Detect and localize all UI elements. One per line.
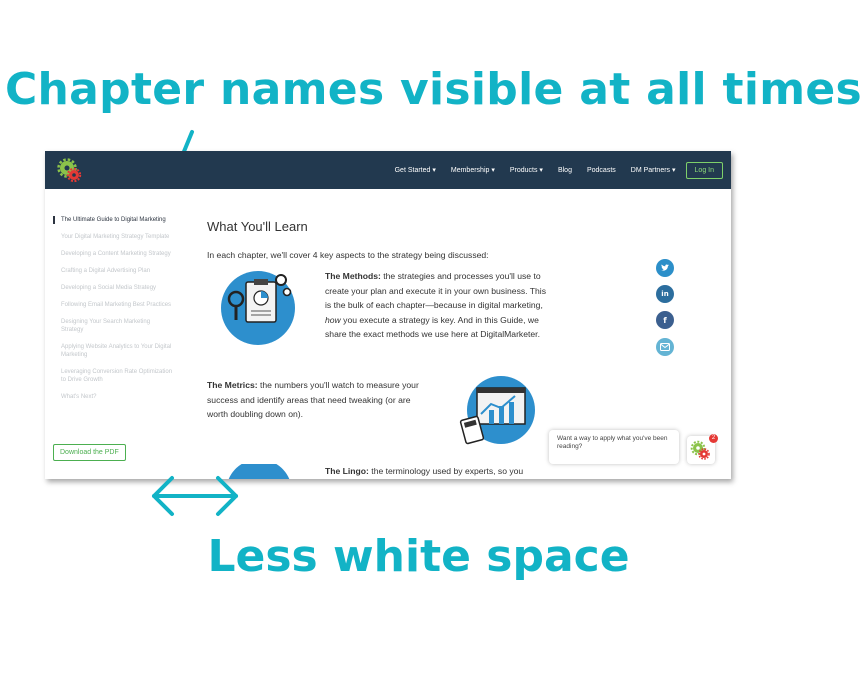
main-content: What You'll Learn In each chapter, we'll… <box>207 219 607 479</box>
linkedin-share-button[interactable]: in <box>656 285 674 303</box>
metrics-paragraph: The Metrics: the numbers you'll watch to… <box>207 378 427 422</box>
sidebar-item-conversion-rate[interactable]: Leveraging Conversion Rate Optimization … <box>53 368 173 384</box>
methods-text-2: you execute a strategy is key. And in th… <box>325 314 540 340</box>
sidebar-item-social-media[interactable]: Developing a Social Media Strategy <box>53 284 173 292</box>
lingo-text: the terminology used by experts, so you <box>368 466 524 476</box>
nav-get-started[interactable]: Get Started ▾ <box>395 166 436 174</box>
twitter-share-button[interactable] <box>656 259 674 277</box>
gear-logo-icon[interactable] <box>57 158 83 184</box>
facebook-share-button[interactable]: f <box>656 311 674 329</box>
methods-illustration-icon <box>221 271 295 345</box>
intro-text: In each chapter, we'll cover 4 key aspec… <box>207 250 489 260</box>
email-share-button[interactable] <box>656 338 674 356</box>
nav-podcasts[interactable]: Podcasts <box>587 167 616 174</box>
methods-emphasis: how <box>325 314 341 325</box>
main-menu: Get Started ▾ Membership ▾ Products ▾ Bl… <box>380 151 723 189</box>
page-title: What You'll Learn <box>207 219 308 234</box>
download-pdf-button[interactable]: Download the PDF <box>53 444 126 461</box>
chat-prompt-bubble[interactable]: Want a way to apply what you've been rea… <box>549 430 679 464</box>
notification-badge: 2 <box>709 434 718 443</box>
nav-dm-partners[interactable]: DM Partners ▾ <box>631 166 676 174</box>
twitter-icon <box>661 264 669 271</box>
metrics-label: The Metrics: <box>207 380 258 390</box>
nav-blog[interactable]: Blog <box>558 167 572 174</box>
lingo-label: The Lingo: <box>325 466 369 476</box>
sidebar-item-search-marketing[interactable]: Designing Your Search Marketing Strategy <box>53 318 173 334</box>
headline-less-white-space: Less white space <box>207 531 630 582</box>
chapter-sidebar: The Ultimate Guide to Digital Marketing … <box>53 216 173 410</box>
sidebar-item-content-marketing[interactable]: Developing a Content Marketing Strategy <box>53 250 173 258</box>
sidebar-item-digital-advertising[interactable]: Crafting a Digital Advertising Plan <box>53 267 173 275</box>
login-button[interactable]: Log In <box>685 161 723 179</box>
sidebar-item-email-marketing[interactable]: Following Email Marketing Best Practices <box>53 301 173 309</box>
sidebar-item-website-analytics[interactable]: Applying Website Analytics to Your Digit… <box>53 343 173 359</box>
sidebar-item-strategy-template[interactable]: Your Digital Marketing Strategy Template <box>53 233 173 241</box>
sidebar-item-ultimate-guide[interactable]: The Ultimate Guide to Digital Marketing <box>53 216 173 224</box>
nav-membership[interactable]: Membership ▾ <box>451 166 495 174</box>
top-navigation: Get Started ▾ Membership ▾ Products ▾ Bl… <box>45 151 731 189</box>
email-icon <box>660 343 670 351</box>
annotation-double-arrow <box>152 476 238 516</box>
sidebar-item-whats-next[interactable]: What's Next? <box>53 393 173 401</box>
methods-label: The Methods: <box>325 271 381 281</box>
headline-chapter-names: Chapter names visible at all times <box>4 64 863 115</box>
nav-products[interactable]: Products ▾ <box>510 166 543 174</box>
lingo-paragraph: The Lingo: the terminology used by exper… <box>325 464 555 479</box>
website-screenshot: Get Started ▾ Membership ▾ Products ▾ Bl… <box>45 151 731 479</box>
methods-paragraph: The Methods: the strategies and processe… <box>325 269 553 342</box>
metrics-illustration-icon <box>459 376 535 445</box>
